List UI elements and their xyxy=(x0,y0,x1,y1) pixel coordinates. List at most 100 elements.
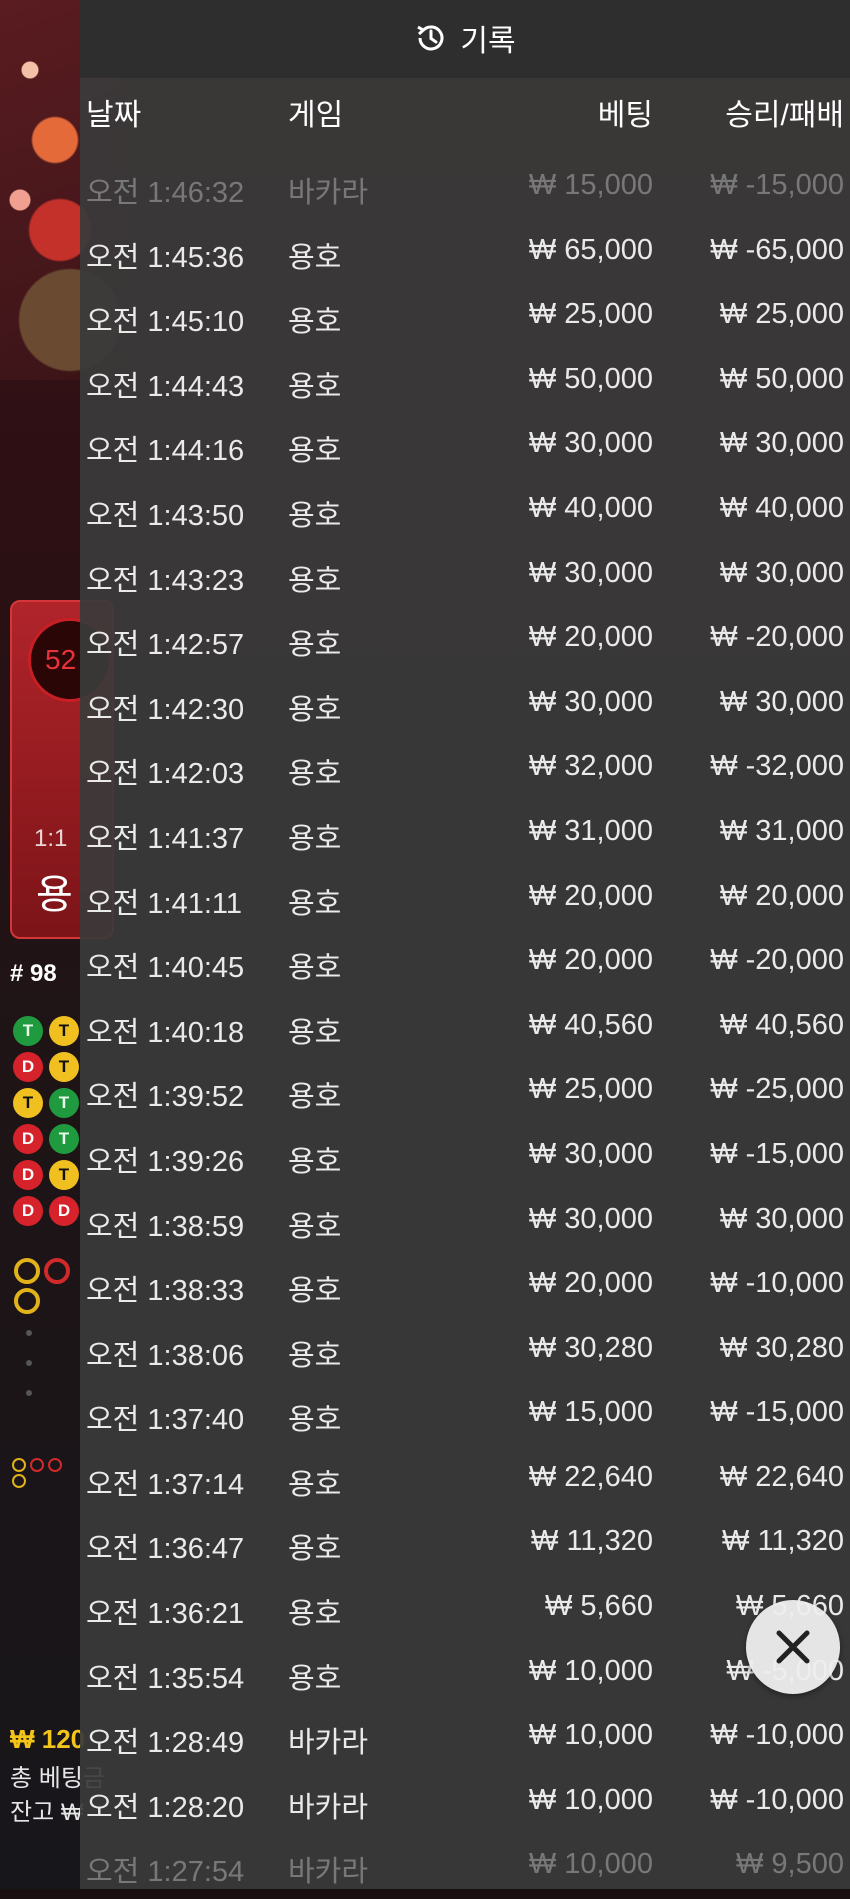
row-bet: ₩ 31,000 xyxy=(528,814,653,847)
panel-title: 기록 xyxy=(460,25,516,58)
history-row: 오전 1:41:37 용호 ₩ 31,000 ₩ 31,000 xyxy=(80,801,850,866)
history-row: 오전 1:27:54 바카라 ₩ 10,000 ₩ 9,500 xyxy=(80,1834,850,1899)
bead-road-item: T xyxy=(13,1016,43,1046)
bead-road-item: D xyxy=(13,1124,43,1154)
big-road-ring xyxy=(14,1258,40,1284)
row-result: ₩ -10,000 xyxy=(710,1267,844,1300)
row-time: 오전 1:37:40 xyxy=(86,1404,245,1437)
road-dot xyxy=(26,1330,32,1336)
history-header: 기록 xyxy=(80,0,850,78)
row-game: 용호 xyxy=(288,435,342,468)
row-result: ₩ -32,000 xyxy=(710,750,844,783)
history-icon xyxy=(417,25,444,51)
row-bet: ₩ 40,000 xyxy=(528,491,653,524)
history-row: 오전 1:43:23 용호 ₩ 30,000 ₩ 30,000 xyxy=(80,543,850,608)
row-time: 오전 1:43:23 xyxy=(86,564,245,597)
row-game: 용호 xyxy=(288,306,342,339)
row-game: 용호 xyxy=(288,370,342,403)
row-game: 용호 xyxy=(288,1081,342,1114)
road-dot xyxy=(26,1360,32,1366)
row-time: 오전 1:28:20 xyxy=(86,1791,245,1824)
row-bet: ₩ 30,000 xyxy=(528,685,653,718)
row-game: 바카라 xyxy=(288,177,369,209)
row-result: ₩ 30,000 xyxy=(719,1202,844,1235)
bead-road-item: T xyxy=(13,1088,43,1118)
small-road-ring xyxy=(30,1458,44,1472)
column-header-bet: 베팅 xyxy=(597,99,653,132)
road-dot xyxy=(26,1390,32,1396)
row-time: 오전 1:39:52 xyxy=(86,1081,245,1114)
history-row: 오전 1:36:21용호₩ 5,660₩ 5,660 xyxy=(80,1576,850,1641)
history-list[interactable]: 오전 1:46:32 바카라 ₩ 15,000 ₩ -15,000 오전 1:45:36… xyxy=(80,155,850,1899)
row-bet: ₩ 30,000 xyxy=(528,427,653,460)
row-result: ₩ -65,000 xyxy=(710,233,844,266)
row-time: 오전 1:45:10 xyxy=(86,306,245,339)
row-bet: ₩ 11,320 xyxy=(531,1525,653,1558)
row-result: ₩ -25,000 xyxy=(710,1073,844,1106)
row-game: 용호 xyxy=(288,1598,342,1631)
row-time: 오전 1:38:06 xyxy=(86,1339,245,1372)
history-row: 오전 1:38:33 용호 ₩ 20,000 ₩ -10,000 xyxy=(80,1253,850,1318)
balance-amount: ₩ 120 xyxy=(10,1724,86,1754)
bead-road-item: T xyxy=(49,1016,79,1046)
history-row: 오전 1:35:54용호₩ 10,000₩ -5,000 xyxy=(80,1641,850,1706)
row-bet: ₩ 25,000 xyxy=(528,298,653,331)
row-result: ₩ 9,500 xyxy=(736,1848,844,1881)
bead-road-item: T xyxy=(49,1160,79,1190)
row-bet: ₩ 20,000 xyxy=(528,944,653,977)
row-bet: ₩ 22,640 xyxy=(528,1460,653,1493)
row-bet: ₩ 10,000 xyxy=(528,1654,653,1687)
row-bet: ₩ 50,000 xyxy=(528,362,653,395)
history-row: 오전 1:38:06 용호 ₩ 30,280 ₩ 30,280 xyxy=(80,1318,850,1383)
history-row: 오전 1:37:40 용호 ₩ 15,000 ₩ -15,000 xyxy=(80,1382,850,1447)
history-row: 오전 1:39:26 용호 ₩ 30,000 ₩ -15,000 xyxy=(80,1124,850,1189)
row-time: 오전 1:41:37 xyxy=(86,822,245,855)
row-time: 오전 1:40:45 xyxy=(86,952,245,985)
column-header-win-loss: 승리/패배 xyxy=(725,99,844,132)
row-bet: ₩ 40,560 xyxy=(528,1008,653,1041)
row-result: ₩ -15,000 xyxy=(710,1396,844,1429)
row-bet: ₩ 5,660 xyxy=(545,1590,653,1623)
close-button[interactable] xyxy=(746,1600,840,1694)
row-game: 용호 xyxy=(288,952,342,985)
history-row: 오전 1:46:32 바카라 ₩ 15,000 ₩ -15,000 xyxy=(80,155,850,220)
bead-road-item: D xyxy=(13,1052,43,1082)
row-time: 오전 1:37:14 xyxy=(86,1468,245,1501)
row-result: ₩ -15,000 xyxy=(710,169,844,201)
row-bet: ₩ 15,000 xyxy=(528,169,653,201)
history-row: 오전 1:44:16 용호 ₩ 30,000 ₩ 30,000 xyxy=(80,413,850,478)
row-game: 용호 xyxy=(288,499,342,532)
bead-road-item: T xyxy=(49,1088,79,1118)
bead-road-item: D xyxy=(13,1196,43,1226)
row-time: 오전 1:44:16 xyxy=(86,435,245,468)
big-road-ring xyxy=(44,1258,70,1284)
history-row: 오전 1:43:50 용호 ₩ 40,000 ₩ 40,000 xyxy=(80,478,850,543)
history-row: 오전 1:42:30 용호 ₩ 30,000 ₩ 30,000 xyxy=(80,672,850,737)
row-time: 오전 1:40:18 xyxy=(86,1016,245,1049)
row-game: 바카라 xyxy=(288,1856,369,1889)
row-result: ₩ 40,560 xyxy=(719,1008,844,1041)
row-bet: ₩ 10,000 xyxy=(528,1719,653,1752)
row-game: 용호 xyxy=(288,1662,342,1695)
row-game: 용호 xyxy=(288,241,342,274)
row-bet: ₩ 25,000 xyxy=(528,1073,653,1106)
history-row: 오전 1:45:36 용호 ₩ 65,000 ₩ -65,000 xyxy=(80,220,850,285)
history-panel: 기록 날짜 게임 베팅 승리/패배 오전 1:46:32 바카라 ₩ 15,000 ₩… xyxy=(80,0,850,1889)
row-time: 오전 1:45:36 xyxy=(86,241,245,274)
row-bet: ₩ 20,000 xyxy=(528,879,653,912)
row-time: 오전 1:28:49 xyxy=(86,1727,245,1760)
row-result: ₩ 20,000 xyxy=(719,879,844,912)
history-row: 오전 1:36:47 용호 ₩ 11,320 ₩ 11,320 xyxy=(80,1511,850,1576)
row-result: ₩ 11,320 xyxy=(722,1525,844,1558)
column-header-date: 날짜 xyxy=(86,99,142,132)
row-result: ₩ -10,000 xyxy=(710,1719,844,1752)
row-time: 오전 1:38:33 xyxy=(86,1275,245,1308)
row-time: 오전 1:42:03 xyxy=(86,758,245,791)
row-bet: ₩ 32,000 xyxy=(528,750,653,783)
row-time: 오전 1:35:54 xyxy=(86,1662,245,1695)
row-bet: ₩ 10,000 xyxy=(528,1783,653,1816)
row-time: 오전 1:39:26 xyxy=(86,1145,245,1178)
bead-road-item: D xyxy=(13,1160,43,1190)
small-road-ring xyxy=(12,1474,26,1488)
dragon-bet-label: 용 xyxy=(36,873,73,917)
